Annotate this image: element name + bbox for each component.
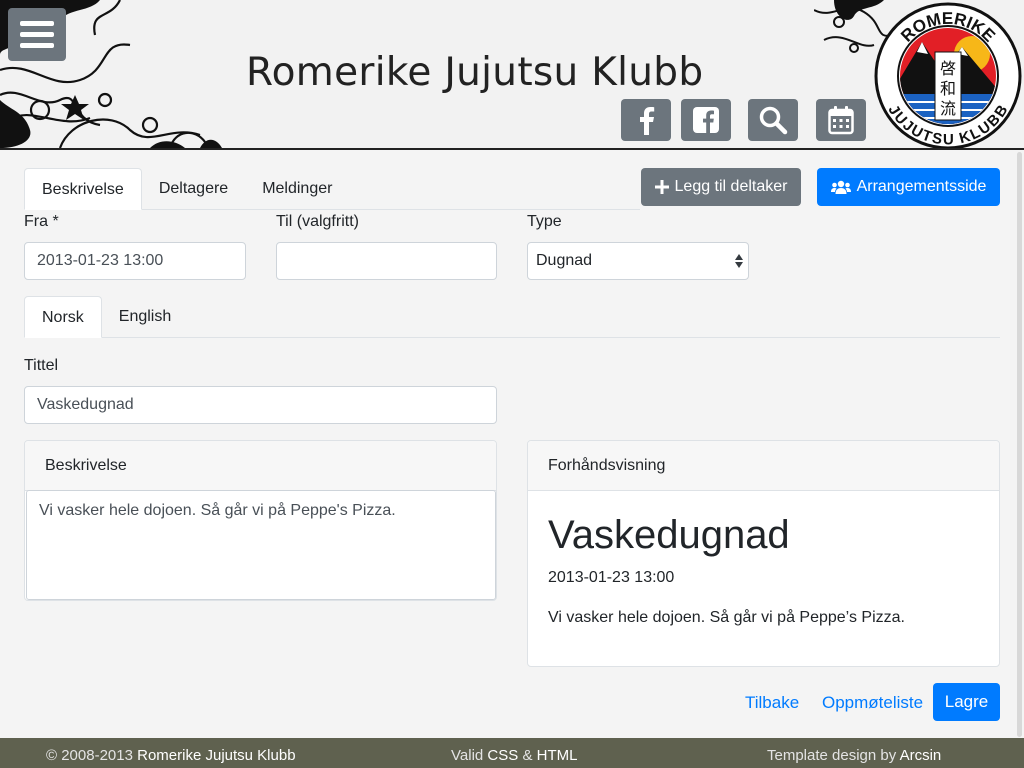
event-page-button[interactable]: Arrangementsside	[817, 168, 1000, 206]
title-field[interactable]: Vaskedugnad	[24, 386, 497, 424]
tab-messages[interactable]: Meldinger	[245, 168, 349, 209]
from-field[interactable]: 2013-01-23 13:00	[24, 242, 246, 280]
users-icon	[830, 180, 851, 194]
tab-description[interactable]: Beskrivelse	[24, 168, 142, 210]
site-title: Romerike Jujutsu Klubb	[246, 50, 704, 95]
preview-date: 2013-01-23 13:00	[548, 569, 675, 586]
footer-copyright: © 2008-2013 Romerike Jujutsu Klubb	[46, 747, 296, 764]
add-participant-button[interactable]: Legg til deltaker	[641, 168, 801, 206]
page-scrollbar[interactable]	[1017, 152, 1022, 737]
type-label: Type	[527, 213, 562, 230]
description-textarea[interactable]: Vi vasker hele dojoen. Så går vi på Pepp…	[26, 490, 496, 600]
tab-english[interactable]: English	[102, 296, 188, 337]
tab-participants[interactable]: Deltagere	[142, 168, 245, 209]
logo-kanji-2: 和	[940, 79, 956, 98]
logo-kanji-1: 啓	[940, 59, 956, 78]
menu-bar	[20, 21, 54, 26]
plus-icon	[654, 180, 669, 194]
preview-card: Forhåndsvisning Vaskedugnad 2013-01-23 1…	[527, 440, 1000, 667]
facebook-icon	[640, 107, 655, 135]
attendance-list-link[interactable]: Oppmøteliste	[822, 693, 923, 713]
menu-bar	[20, 32, 54, 37]
site-footer: © 2008-2013 Romerike Jujutsu Klubb Valid…	[0, 738, 1024, 768]
type-select[interactable]: Dugnad	[527, 242, 749, 280]
back-link[interactable]: Tilbake	[745, 693, 799, 713]
preview-body: Vi vasker hele dojoen. Så går vi på Pepp…	[548, 609, 905, 626]
language-tabs: Norsk English	[24, 296, 1000, 338]
footer-design-credit: Template design by Arcsin	[767, 747, 941, 764]
description-header: Beskrivelse	[25, 441, 496, 491]
club-logo: 啓 和 流 ROMERIKE JUJUTSU KLUBB	[874, 2, 1022, 148]
to-label: Til (valgfritt)	[276, 213, 359, 230]
to-field[interactable]	[276, 242, 497, 280]
select-arrows-icon	[735, 254, 743, 268]
from-label: Fra *	[24, 213, 59, 230]
title-label: Tittel	[24, 357, 59, 374]
preview-title: Vaskedugnad	[548, 513, 790, 557]
copyright-prefix: © 2008-2013	[46, 747, 133, 764]
facebook-square-icon	[693, 107, 719, 133]
menu-button[interactable]	[8, 8, 66, 61]
logo-kanji-3: 流	[940, 99, 956, 118]
facebook-button[interactable]	[621, 99, 671, 141]
design-author-link[interactable]: Arcsin	[900, 747, 942, 764]
copyright-club-link[interactable]: Romerike Jujutsu Klubb	[137, 747, 295, 764]
add-participant-label: Legg til deltaker	[674, 178, 788, 195]
design-prefix: Template design by	[767, 747, 897, 764]
tab-norsk[interactable]: Norsk	[24, 296, 102, 338]
footer-validation: Valid CSS & HTML	[451, 747, 577, 764]
menu-bar	[20, 43, 54, 48]
type-selected-value: Dugnad	[536, 252, 593, 269]
facebook-page-button[interactable]	[681, 99, 731, 141]
search-button[interactable]	[748, 99, 798, 141]
preview-header: Forhåndsvisning	[528, 441, 999, 491]
event-page-label: Arrangementsside	[856, 178, 987, 195]
valid-prefix: Valid	[451, 747, 484, 764]
valid-html-link[interactable]: HTML	[537, 747, 578, 764]
valid-css-link[interactable]: CSS	[487, 747, 518, 764]
description-card: Beskrivelse Vi vasker hele dojoen. Så gå…	[24, 440, 497, 601]
site-header: Romerike Jujutsu Klubb 啓 和 流 ROMERIKE JU…	[0, 0, 1024, 150]
valid-ampersand: &	[522, 747, 533, 764]
event-tabs: Beskrivelse Deltagere Meldinger	[24, 168, 640, 210]
save-button[interactable]: Lagre	[933, 683, 1000, 721]
search-icon	[759, 106, 788, 135]
